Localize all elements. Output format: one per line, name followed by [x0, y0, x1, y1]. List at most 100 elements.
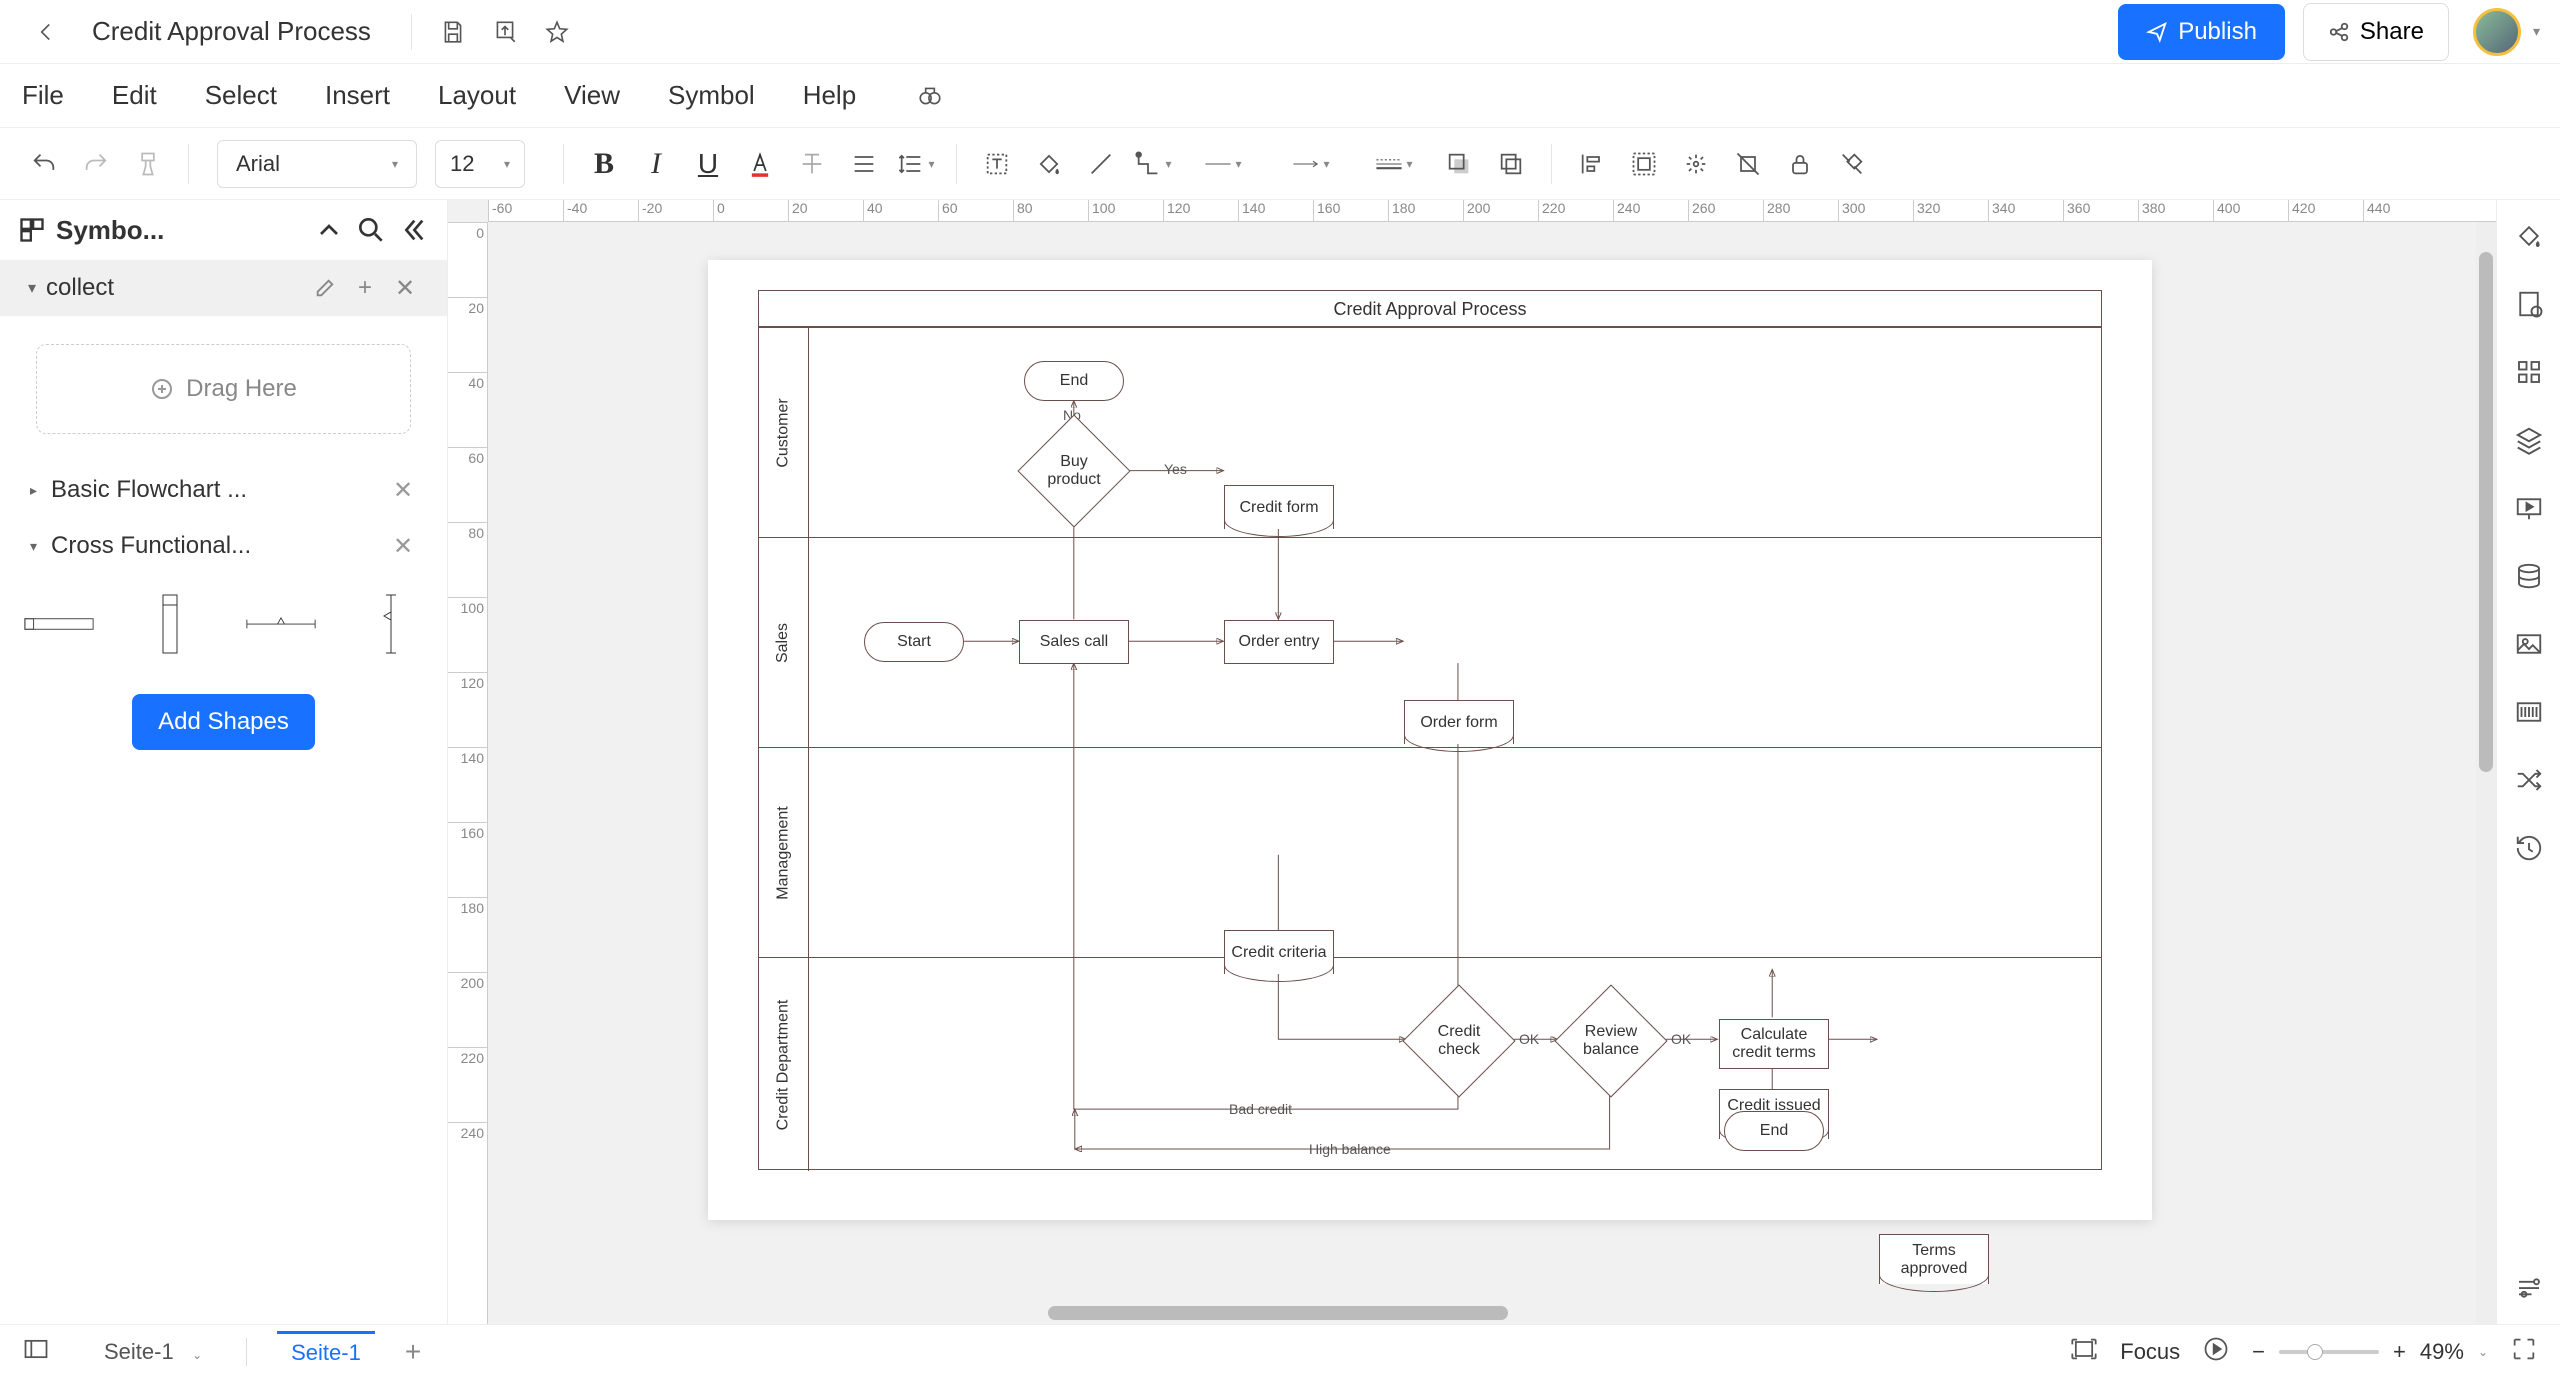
- outline-icon[interactable]: [22, 1335, 50, 1369]
- node-creditcriteria[interactable]: Credit criteria: [1224, 930, 1334, 974]
- menu-insert[interactable]: Insert: [325, 80, 390, 111]
- connector-style-icon[interactable]: ▾: [1131, 142, 1175, 186]
- redo-icon[interactable]: [74, 142, 118, 186]
- apps-icon[interactable]: [2511, 354, 2547, 390]
- account-caret-icon[interactable]: ▾: [2533, 23, 2540, 40]
- image-icon[interactable]: [2511, 626, 2547, 662]
- align-icon[interactable]: [1570, 142, 1614, 186]
- collapse-panel-icon[interactable]: [397, 214, 429, 246]
- tools-icon[interactable]: [1830, 142, 1874, 186]
- menu-edit[interactable]: Edit: [112, 80, 157, 111]
- zoom-value[interactable]: 49%: [2420, 1339, 2464, 1365]
- data-icon[interactable]: [2511, 558, 2547, 594]
- menu-symbol[interactable]: Symbol: [668, 80, 755, 111]
- category-cross-functional[interactable]: ▾ Cross Functional... ✕: [0, 518, 447, 574]
- collapse-up-icon[interactable]: [313, 214, 345, 246]
- barcode-icon[interactable]: [2511, 694, 2547, 730]
- font-color-icon[interactable]: [738, 142, 782, 186]
- text-box-icon[interactable]: [975, 142, 1019, 186]
- present-icon[interactable]: [2511, 490, 2547, 526]
- shape-swimlane-h[interactable]: [24, 594, 94, 654]
- format-fill-icon[interactable]: [2511, 218, 2547, 254]
- node-end1[interactable]: End: [1024, 361, 1124, 401]
- document-title[interactable]: Credit Approval Process: [92, 16, 371, 47]
- star-icon[interactable]: [539, 14, 575, 50]
- zoom-control[interactable]: − + 49% ⌄: [2252, 1339, 2488, 1365]
- page-selector[interactable]: Seite-1 ⌄: [90, 1333, 216, 1371]
- layers-icon[interactable]: [1489, 142, 1533, 186]
- bold-icon[interactable]: B: [582, 142, 626, 186]
- shape-separator-v[interactable]: [360, 594, 424, 654]
- lane-customer[interactable]: Customer: [759, 327, 2101, 537]
- node-calcterms[interactable]: Calculate credit terms: [1719, 1019, 1829, 1069]
- close-icon[interactable]: ✕: [393, 476, 417, 505]
- publish-button[interactable]: Publish: [2118, 4, 2285, 60]
- add-icon[interactable]: +: [351, 274, 379, 302]
- node-creditform[interactable]: Credit form: [1224, 485, 1334, 529]
- undo-icon[interactable]: [22, 142, 66, 186]
- page[interactable]: Credit Approval Process Customer Sales M…: [708, 260, 2152, 1220]
- binoculars-icon[interactable]: [912, 78, 948, 114]
- shape-swimlane-v[interactable]: [138, 594, 202, 654]
- shadow-icon[interactable]: [1437, 142, 1481, 186]
- node-salescall[interactable]: Sales call: [1019, 620, 1129, 664]
- node-end2[interactable]: End: [1724, 1111, 1824, 1151]
- export-icon[interactable]: [487, 14, 523, 50]
- save-icon[interactable]: [435, 14, 471, 50]
- swimlane-container[interactable]: Credit Approval Process Customer Sales M…: [758, 290, 2102, 1170]
- share-button[interactable]: Share: [2303, 3, 2449, 61]
- page-tab-active[interactable]: Seite-1: [277, 1331, 375, 1372]
- add-shapes-button[interactable]: Add Shapes: [132, 694, 315, 750]
- line-color-icon[interactable]: [1079, 142, 1123, 186]
- collect-group[interactable]: ▾ collect + ✕: [0, 260, 447, 316]
- back-icon[interactable]: [28, 14, 64, 50]
- canvas[interactable]: -60-40-200204060801001201401601802002202…: [448, 200, 2496, 1324]
- swimlane-title[interactable]: Credit Approval Process: [759, 291, 2101, 327]
- node-start[interactable]: Start: [864, 622, 964, 662]
- avatar[interactable]: [2473, 8, 2521, 56]
- close-icon[interactable]: ✕: [391, 274, 419, 302]
- fill-color-icon[interactable]: [1027, 142, 1071, 186]
- format-painter-icon[interactable]: [126, 142, 170, 186]
- arrow-style-icon[interactable]: ▾: [1271, 142, 1351, 186]
- focus-button[interactable]: Focus: [2120, 1339, 2180, 1365]
- font-select[interactable]: Arial▾: [217, 140, 417, 188]
- node-orderform[interactable]: Order form: [1404, 700, 1514, 744]
- vertical-scrollbar-thumb[interactable]: [2479, 252, 2493, 772]
- fit-screen-icon[interactable]: [2070, 1335, 2098, 1369]
- lane-management[interactable]: Management: [759, 747, 2101, 957]
- settings-icon[interactable]: [2511, 1270, 2547, 1306]
- close-icon[interactable]: ✕: [393, 532, 417, 561]
- distribute-icon[interactable]: [1674, 142, 1718, 186]
- crop-icon[interactable]: [1726, 142, 1770, 186]
- zoom-slider[interactable]: [2279, 1350, 2379, 1354]
- menu-file[interactable]: File: [22, 80, 64, 111]
- underline-icon[interactable]: U: [686, 142, 730, 186]
- italic-icon[interactable]: I: [634, 142, 678, 186]
- horizontal-scrollbar[interactable]: [1048, 1306, 1508, 1320]
- line-weight-icon[interactable]: ▾: [1359, 142, 1429, 186]
- zoom-out-icon[interactable]: −: [2252, 1339, 2265, 1365]
- text-align-icon[interactable]: [842, 142, 886, 186]
- history-icon[interactable]: [2511, 830, 2547, 866]
- menu-select[interactable]: Select: [205, 80, 277, 111]
- play-icon[interactable]: [2202, 1335, 2230, 1369]
- lock-icon[interactable]: [1778, 142, 1822, 186]
- category-basic-flowchart[interactable]: ▸ Basic Flowchart ... ✕: [0, 462, 447, 518]
- page-setup-icon[interactable]: [2511, 286, 2547, 322]
- add-page-icon[interactable]: +: [405, 1336, 421, 1368]
- layers-panel-icon[interactable]: [2511, 422, 2547, 458]
- shuffle-icon[interactable]: [2511, 762, 2547, 798]
- line-style-icon[interactable]: ▾: [1183, 142, 1263, 186]
- line-spacing-icon[interactable]: ▾: [894, 142, 938, 186]
- vertical-scrollbar-track[interactable]: [2476, 222, 2496, 1324]
- node-orderentry[interactable]: Order entry: [1224, 620, 1334, 664]
- node-termsappr[interactable]: Terms approved: [1879, 1234, 1989, 1284]
- strikethrough-icon[interactable]: [790, 142, 834, 186]
- edit-icon[interactable]: [311, 274, 339, 302]
- zoom-in-icon[interactable]: +: [2393, 1339, 2406, 1365]
- font-size-select[interactable]: 12▾: [435, 140, 525, 188]
- fullscreen-icon[interactable]: [2510, 1335, 2538, 1369]
- menu-help[interactable]: Help: [803, 80, 856, 111]
- shape-separator-h[interactable]: [246, 594, 316, 654]
